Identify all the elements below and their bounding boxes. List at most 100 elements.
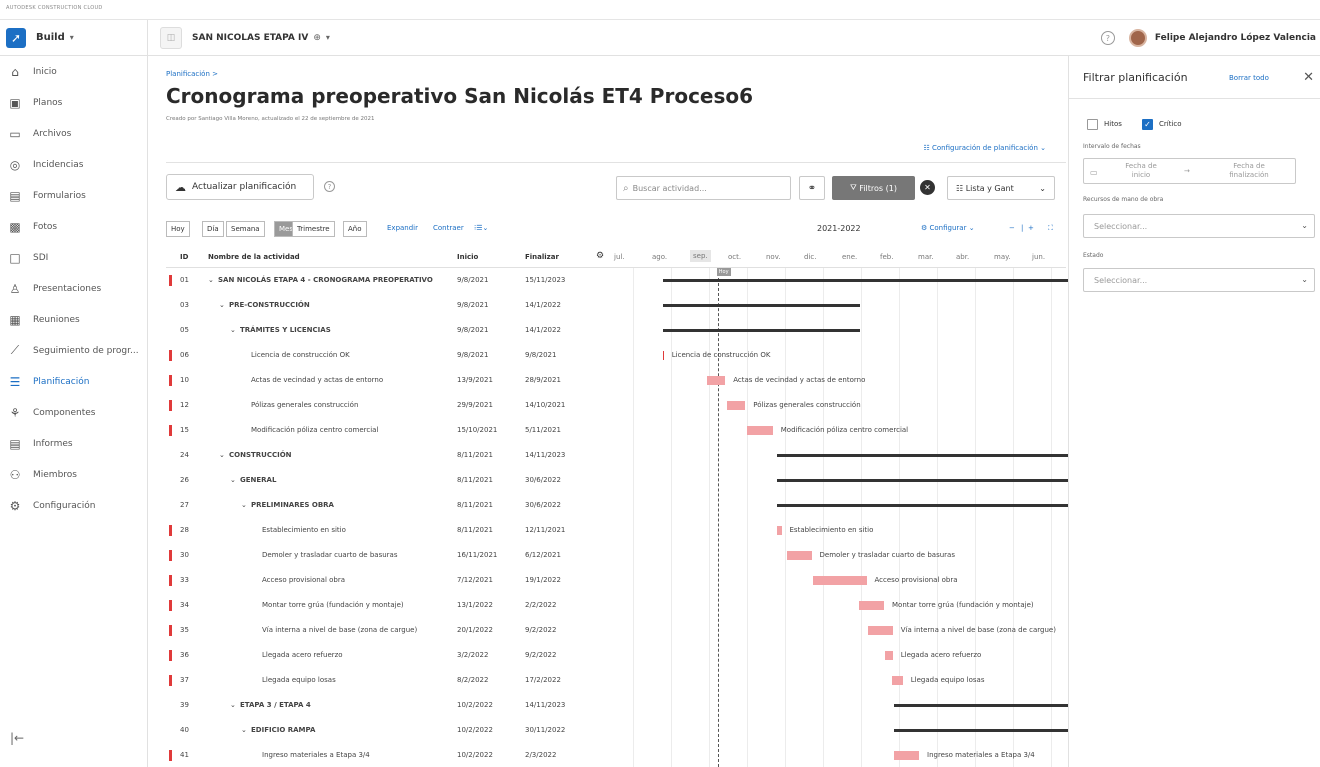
help-icon[interactable]: ? [1100, 31, 1115, 45]
gantt-task-bar[interactable] [894, 751, 919, 760]
expand-chevron-icon[interactable]: ⌄ [230, 701, 236, 709]
info-icon[interactable]: ? [324, 181, 335, 192]
expand-chevron-icon[interactable]: ⌄ [219, 451, 225, 459]
filter-panel-title: Filtrar planificación [1083, 71, 1188, 84]
collapse-sidebar-icon[interactable]: |← [10, 731, 24, 745]
expand-chevron-icon[interactable]: ⌄ [241, 726, 247, 734]
row-start: 16/11/2021 [457, 551, 498, 559]
clear-all-link[interactable]: Borrar todo [1229, 74, 1269, 82]
critical-checkbox[interactable]: ✓ [1142, 119, 1153, 130]
gantt-summary-bar[interactable] [776, 479, 1068, 482]
sidebar-item-label: Planificación [33, 376, 90, 387]
configure-link[interactable]: ⚙ Configurar ⌄ [921, 224, 975, 232]
sidebar-item[interactable]: ♙ Presentaciones [0, 273, 147, 304]
expand-chevron-icon[interactable]: ⌄ [219, 301, 225, 309]
sidebar-item[interactable]: ⚇ Miembros [0, 459, 147, 490]
gantt-summary-bar[interactable] [894, 704, 1068, 707]
gantt-task-bar[interactable] [746, 426, 773, 435]
sidebar-item[interactable]: ▦ Reuniones [0, 304, 147, 335]
sidebar-item[interactable]: ⟋ Seguimiento de progr... [0, 335, 147, 366]
row-name: EDIFICIO RAMPA [251, 726, 316, 734]
expand-link[interactable]: Expandir [387, 224, 418, 232]
expand-chevron-icon[interactable]: ⌄ [230, 326, 236, 334]
status-select[interactable]: Seleccionar... ⌄ [1083, 268, 1315, 292]
fullscreen-icon[interactable]: ⛶ [1048, 224, 1053, 233]
collapse-link[interactable]: Contraer [433, 224, 464, 232]
chevron-down-icon: ⌄ [1040, 144, 1046, 152]
project-selector[interactable]: SAN NICOLAS ETAPA IV ⊕ ▾ [182, 33, 330, 43]
gantt-task-bar[interactable] [776, 526, 782, 535]
sidebar-item[interactable]: ⚘ Componentes [0, 397, 147, 428]
gantt-task-bar[interactable] [867, 626, 893, 635]
sidebar-item[interactable]: ▣ Planos [0, 87, 147, 118]
gantt-summary-bar[interactable] [662, 279, 1068, 282]
row-start: 10/2/2022 [457, 701, 493, 709]
gantt-task-bar[interactable] [786, 551, 812, 560]
sidebar-item[interactable]: ▩ Fotos [0, 211, 147, 242]
gantt-task-bar[interactable] [885, 651, 893, 660]
row-start: 10/2/2022 [457, 726, 493, 734]
gantt-summary-bar[interactable] [662, 304, 861, 307]
sidebar-item[interactable]: □ SDI [0, 242, 147, 273]
col-start[interactable]: Inicio [457, 253, 478, 261]
clear-filters-icon[interactable]: ✕ [920, 180, 935, 195]
view-mode-select[interactable]: ☷ Lista y Gant ⌄ [947, 176, 1055, 200]
sidebar-item[interactable]: ⚙ Configuración [0, 490, 147, 521]
milestones-checkbox[interactable] [1087, 119, 1098, 130]
zoom-in-icon[interactable]: + [1028, 224, 1034, 232]
timescale-4[interactable]: Trimestre [292, 221, 335, 237]
expand-chevron-icon[interactable]: ⌄ [241, 501, 247, 509]
row-end: 2/3/2022 [525, 751, 557, 759]
gantt-summary-bar[interactable] [662, 329, 861, 332]
sidebar-item[interactable]: ▤ Informes [0, 428, 147, 459]
gantt-task-bar[interactable] [812, 576, 867, 585]
sidebar-item-label: Presentaciones [33, 283, 102, 294]
schedule-settings-link[interactable]: ☷ Configuración de planificación ⌄ [923, 144, 1046, 152]
gantt-summary-bar[interactable] [776, 504, 1068, 507]
sidebar-item[interactable]: ⌂ Inicio [0, 56, 147, 87]
sidebar-item[interactable]: ◎ Incidencias [0, 149, 147, 180]
sidebar-item[interactable]: ▭ Archivos [0, 118, 147, 149]
expand-chevron-icon[interactable]: ⌄ [208, 276, 214, 284]
column-settings-icon[interactable]: ⚙ [596, 251, 604, 261]
gantt-summary-bar[interactable] [894, 729, 1068, 732]
gantt-task-bar[interactable] [726, 401, 746, 410]
row-name: Llegada equipo losas [262, 676, 336, 684]
project-thumbnail[interactable]: ◫ [160, 26, 182, 49]
update-schedule-button[interactable]: ☁ Actualizar planificación [166, 174, 314, 200]
labor-select[interactable]: Seleccionar... ⌄ [1083, 214, 1315, 238]
timescale-5[interactable]: Año [343, 221, 367, 237]
col-id[interactable]: ID [180, 253, 188, 261]
row-end: 9/2/2022 [525, 651, 557, 659]
row-id: 30 [180, 551, 189, 559]
timescale-1[interactable]: Día [202, 221, 224, 237]
row-start: 8/11/2021 [457, 476, 493, 484]
gantt-task-bar[interactable] [891, 676, 903, 685]
indent-options-icon[interactable]: ⁝☰⌄ [474, 224, 488, 232]
gantt-milestone-tick[interactable] [662, 351, 664, 360]
close-icon[interactable]: ✕ [1303, 70, 1314, 85]
gantt-task-bar[interactable] [706, 376, 726, 385]
sidebar-item[interactable]: ▤ Formularios [0, 180, 147, 211]
sidebar-item[interactable]: ☰ Planificación [0, 366, 147, 397]
avatar[interactable] [1128, 29, 1147, 47]
user-name[interactable]: Felipe Alejandro López Valencia [1155, 33, 1316, 43]
breadcrumb[interactable]: Planificación > [166, 70, 218, 78]
binoculars-button[interactable]: ⚭ [799, 176, 825, 200]
col-activity-name[interactable]: Nombre de la actividad [208, 253, 300, 261]
filters-button[interactable]: ⛛ Filtros (1) [832, 176, 915, 200]
row-start: 9/8/2021 [457, 301, 489, 309]
search-input[interactable]: ⌕ Buscar actividad... [616, 176, 791, 200]
product-switcher[interactable]: ➚ Build ▾ [0, 19, 148, 56]
date-range-field[interactable]: ▭ Fecha de inicio → Fecha de finalizació… [1083, 158, 1296, 184]
month-label: abr. [956, 253, 970, 261]
gantt-summary-bar[interactable] [776, 454, 1068, 457]
expand-chevron-icon[interactable]: ⌄ [230, 476, 236, 484]
timescale-2[interactable]: Semana [226, 221, 265, 237]
chevron-down-icon: ⌄ [1039, 183, 1046, 193]
sidebar-item-label: Informes [33, 438, 73, 449]
gantt-task-bar[interactable] [859, 601, 884, 610]
col-end[interactable]: Finalizar [525, 253, 559, 261]
timescale-0[interactable]: Hoy [166, 221, 190, 237]
zoom-out-icon[interactable]: − [1009, 224, 1015, 232]
